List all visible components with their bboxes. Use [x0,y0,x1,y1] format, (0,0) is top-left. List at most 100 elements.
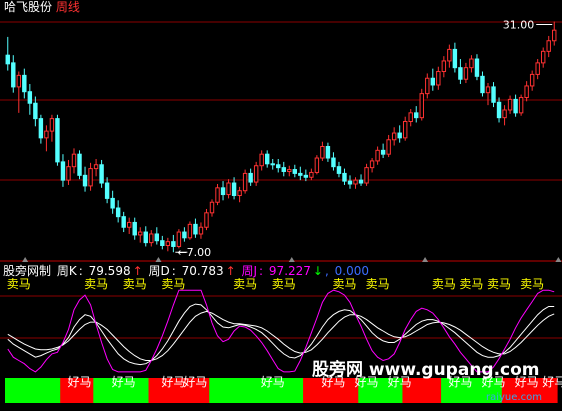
candle-body [44,130,49,139]
candle-body [463,67,469,80]
chart-canvas: 31.00←7.00卖马 卖马 卖马 卖马 卖马 卖马 卖马 卖马 卖马 卖马 卖马 卖马好马 好马 好马… [0,19,562,403]
candle-body [187,223,193,239]
signal-bar [93,378,100,403]
candle-body [458,67,463,80]
signal-bar [104,378,111,403]
candle-body [380,149,386,155]
candle-body [99,164,104,184]
signal-bar [209,378,216,403]
candle-body [336,166,342,174]
candle-body [11,62,16,88]
buy-signal-label: 好马 [542,375,562,389]
signal-bar [242,378,249,403]
k-arrow: ↑ [132,264,143,278]
candle-body [204,212,209,228]
candle-body [402,121,408,139]
signal-bar [292,378,299,403]
k-value: 79.598 [88,264,131,278]
candle-body [436,71,441,86]
axis-tick-marker [422,257,429,262]
signal-bar [314,378,321,403]
axis-tick-marker [22,257,29,262]
sell-signal-label: 卖马 [7,277,31,291]
signal-bar [419,378,426,403]
signal-bar [5,378,12,403]
candle-body [391,132,397,141]
candle-body [507,98,513,111]
candle-body [248,172,253,183]
sell-signal-label: 卖马 [366,277,390,291]
signal-bar [441,378,448,403]
sell-signal-label: 卖马 [459,277,483,291]
signal-bar [424,378,431,403]
candle-body [143,231,148,244]
candle-body [320,145,325,159]
signal-bar [303,378,310,403]
candle-body [425,77,430,95]
d-arrow: ↑ [225,264,236,278]
candle-body [364,167,369,184]
indicator-title[interactable]: 股旁网制 [3,264,51,278]
candle-body [259,153,264,167]
candle-body [314,157,320,173]
candle-body [215,187,220,203]
signal-bar [220,378,227,403]
buy-signal-label: 好马 [183,375,207,389]
candle-body [264,153,270,165]
candle-body [33,102,38,120]
candle-body [287,169,292,172]
candle-body [66,166,71,181]
candle-body [480,75,485,94]
period-label[interactable]: 周线 [56,0,80,14]
candle-body [325,145,331,159]
candle-body [491,86,496,103]
watermark-sub: raiyue.com [486,392,542,403]
signal-bar [137,378,144,403]
candle-body [502,109,507,119]
candle-body [93,164,99,170]
candle-body [121,216,126,228]
candle-body [474,58,480,77]
candle-body [441,60,447,73]
d-value: 70.783 [181,264,224,278]
candle-body [209,201,215,214]
j-arrow: ↓ [312,264,323,278]
candle-body [331,157,336,168]
candle-body [540,50,546,64]
candle-body [375,149,380,162]
low-price-label: ←7.00 [177,246,211,259]
candle-body [160,240,165,247]
candle-body [353,179,358,185]
signal-bar [143,378,150,403]
candle-body [138,231,143,236]
candle-body [408,112,413,123]
candle-body [253,165,259,183]
axis-tick-marker [155,257,162,262]
sell-signal-label: 卖马 [432,277,456,291]
signal-bar [38,378,45,403]
signal-bar [225,378,232,403]
signal-bar [214,378,221,403]
d-line [7,310,555,361]
candle-body [226,182,231,196]
buy-signal-label: 好马 [161,375,185,389]
candle-body [49,118,55,132]
chart-stage: 31.00 ←7.00 卖马 卖马 卖马 卖马 卖马 卖马 卖马 卖马 卖马 卖马 卖马 卖马 好马 好马 好马… [0,0,562,407]
candle-body [270,163,275,166]
candle-body [16,74,22,88]
candle-body [485,86,491,94]
candle-body [452,48,458,69]
candle-body [55,118,60,163]
candle-body [237,190,242,197]
chart-header: 哈飞股份 周线 [4,0,80,14]
stock-name[interactable]: 哈飞股份 [4,0,52,14]
extra-value: 0.000 [334,264,369,278]
candle-body [242,172,248,192]
candle-body [358,179,364,184]
candle-body [115,207,121,218]
signal-bar [286,378,293,403]
signal-bar [253,378,260,403]
indicator-readout: 股旁网制 周K: 79.598 ↑ 周D: 70.783 ↑ 周J: 97.227 ↓… [3,264,369,278]
sell-signal-label: 卖马 [520,277,544,291]
signal-bar [231,378,238,403]
